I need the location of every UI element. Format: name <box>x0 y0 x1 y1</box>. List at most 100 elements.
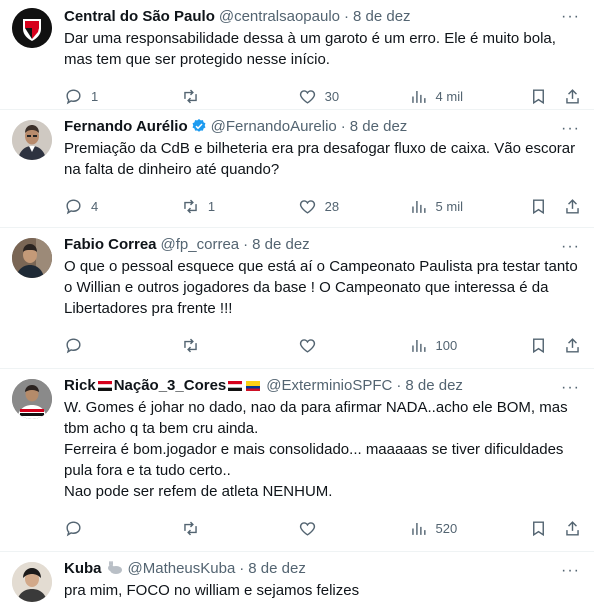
more-options-icon[interactable]: ··· <box>561 120 580 138</box>
more-options-icon[interactable]: ··· <box>561 8 580 26</box>
tweet-actions: 520 <box>64 508 582 548</box>
bookmark-button[interactable] <box>529 519 563 538</box>
display-name[interactable]: Kuba <box>64 560 102 577</box>
tweet-text: O que o pessoal esquece que está aí o Ca… <box>64 258 578 317</box>
tweet[interactable]: Fernando Aurélio @FernandoAurelio · 8 de… <box>0 110 594 228</box>
profile-photo-icon <box>12 238 52 278</box>
share-icon <box>566 88 579 104</box>
views-button[interactable]: 4 mil <box>409 87 530 106</box>
reply-icon <box>66 337 81 353</box>
retweet-icon <box>184 199 197 213</box>
tweet-header: Central do São Paulo @centralsaopaulo · … <box>64 6 582 26</box>
avatar[interactable] <box>12 379 52 419</box>
avatar[interactable] <box>12 8 52 48</box>
avatar[interactable] <box>12 562 52 602</box>
views-button[interactable]: 100 <box>409 336 530 355</box>
view-count: 520 <box>435 520 458 536</box>
avatar[interactable] <box>12 120 52 160</box>
tweet[interactable]: Central do São Paulo @centralsaopaulo · … <box>0 0 594 110</box>
reply-button[interactable]: 1 <box>64 87 181 106</box>
tweet-actions: 100 <box>64 325 582 365</box>
more-options-icon[interactable]: ··· <box>561 562 580 580</box>
reply-button[interactable] <box>64 336 181 355</box>
display-name[interactable]: Fernando Aurélio <box>64 118 188 135</box>
like-count: 30 <box>324 88 340 104</box>
profile-photo-icon <box>12 379 52 419</box>
heart-icon <box>299 338 315 353</box>
flag-tricolor-icon <box>228 380 243 391</box>
tweet-date[interactable]: 8 de dez <box>353 8 411 25</box>
like-count: 28 <box>324 198 340 214</box>
tweet-text: Dar uma responsabilidade dessa à um garo… <box>64 30 556 68</box>
tweet-text: pra mim, FOCO no william e sejamos feliz… <box>64 582 360 599</box>
separator-dot: · <box>239 559 245 577</box>
bookmark-icon <box>533 88 545 104</box>
rabbit-emoji-icon <box>107 561 122 574</box>
user-handle[interactable]: @FernandoAurelio <box>211 118 337 135</box>
verified-badge-icon[interactable] <box>191 118 207 134</box>
share-button[interactable] <box>563 336 582 355</box>
more-options-icon[interactable]: ··· <box>561 238 580 256</box>
tweet[interactable]: Kuba @MatheusKuba · 8 de dez ··· pra mim… <box>0 552 594 612</box>
retweet-count: 1 <box>207 198 216 214</box>
reply-button[interactable] <box>64 519 181 538</box>
display-name-part: Rick <box>64 376 96 394</box>
retweet-button[interactable]: 1 <box>181 197 298 216</box>
retweet-icon <box>184 521 197 535</box>
display-name[interactable]: Central do São Paulo <box>64 8 215 25</box>
spfc-shield-icon <box>12 8 52 48</box>
user-handle[interactable]: @fp_correa <box>161 236 240 253</box>
tweet[interactable]: Rick Nação_3_Cores @ExterminioSPFC · 8 de… <box>0 369 594 552</box>
share-button[interactable] <box>563 87 582 106</box>
bookmark-button[interactable] <box>529 197 563 216</box>
user-handle[interactable]: @centralsaopaulo <box>219 8 340 25</box>
display-name-part: Nação_3_Cores <box>113 376 227 394</box>
tweet-header: Rick Nação_3_Cores @ExterminioSPFC · 8 de… <box>64 375 582 395</box>
retweet-button[interactable] <box>181 519 298 538</box>
user-handle[interactable]: @MatheusKuba <box>128 560 236 577</box>
reply-count: 4 <box>91 198 99 214</box>
more-options-icon[interactable]: ··· <box>561 379 580 397</box>
bookmark-button[interactable] <box>529 336 563 355</box>
heart-icon <box>299 199 315 214</box>
retweet-button[interactable] <box>181 336 298 355</box>
tweet-date[interactable]: 8 de dez <box>405 377 463 394</box>
share-button[interactable] <box>563 197 582 216</box>
tweet-header: Fabio Correa @fp_correa · 8 de dez <box>64 234 582 254</box>
display-name[interactable]: Fabio Correa <box>64 236 157 253</box>
share-button[interactable] <box>563 519 582 538</box>
like-button[interactable] <box>298 519 409 538</box>
tweet-date[interactable]: 8 de dez <box>248 560 306 577</box>
retweet-icon <box>184 89 197 103</box>
tweet-date[interactable]: 8 de dez <box>252 236 310 253</box>
user-handle[interactable]: @ExterminioSPFC <box>266 377 392 394</box>
views-button[interactable]: 520 <box>409 519 530 538</box>
bookmark-icon <box>533 520 545 536</box>
share-icon <box>566 520 579 536</box>
tweet-header: Fernando Aurélio @FernandoAurelio · 8 de… <box>64 116 582 136</box>
display-name[interactable]: Rick Nação_3_Cores <box>64 377 262 394</box>
like-button[interactable] <box>298 336 409 355</box>
heart-icon <box>299 521 315 536</box>
tweet-actions: 4 1 28 5 mil <box>64 186 582 226</box>
tweet[interactable]: Fabio Correa @fp_correa · 8 de dez ··· O… <box>0 228 594 369</box>
share-icon <box>566 198 579 214</box>
view-count: 100 <box>435 337 458 353</box>
bookmark-button[interactable] <box>529 87 563 106</box>
tweet-date[interactable]: 8 de dez <box>350 118 408 135</box>
views-chart-icon <box>411 339 426 352</box>
avatar[interactable] <box>12 238 52 278</box>
retweet-button[interactable] <box>181 87 298 106</box>
heart-icon <box>299 89 315 104</box>
separator-dot: · <box>344 7 349 25</box>
reply-button[interactable]: 4 <box>64 197 181 216</box>
views-chart-icon <box>411 522 426 535</box>
retweet-icon <box>184 338 197 352</box>
like-button[interactable]: 28 <box>298 197 409 216</box>
views-button[interactable]: 5 mil <box>409 197 530 216</box>
share-icon <box>566 337 579 353</box>
like-button[interactable]: 30 <box>298 87 409 106</box>
views-chart-icon <box>411 90 426 103</box>
bookmark-icon <box>533 198 545 214</box>
view-count: 5 mil <box>435 198 463 214</box>
